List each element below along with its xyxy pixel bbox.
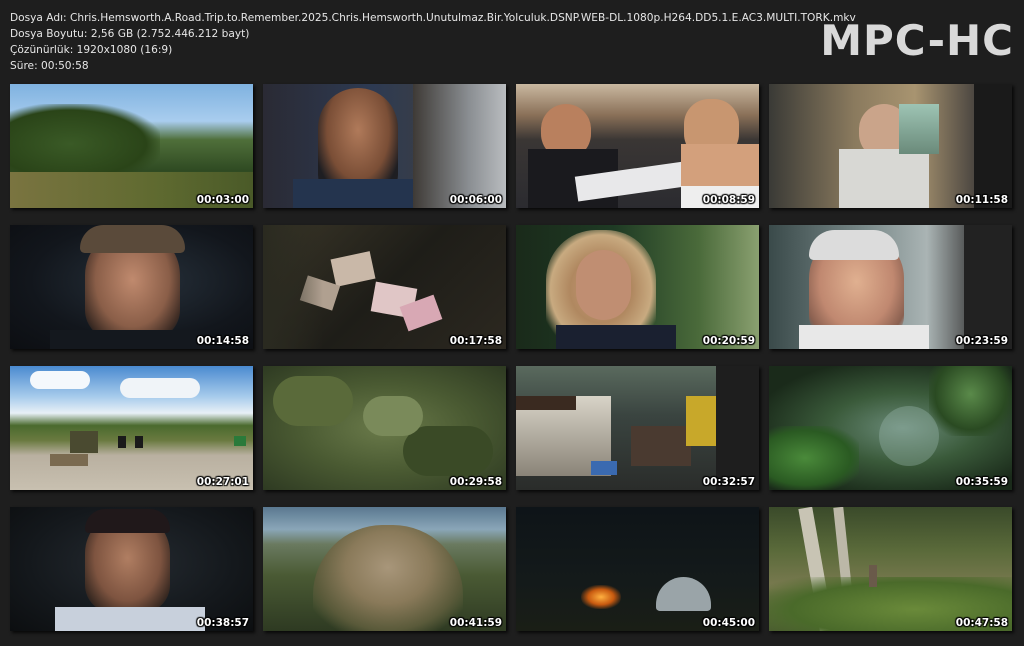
timestamp: 00:14:58 xyxy=(196,335,249,347)
timestamp: 00:45:00 xyxy=(702,617,755,629)
timestamp: 00:35:59 xyxy=(955,476,1008,488)
timestamp: 00:03:00 xyxy=(196,194,249,206)
mpc-hc-logo: MPC-HC xyxy=(820,16,1014,65)
thumbnail-frame: 00:38:57 xyxy=(10,507,253,631)
thumbnail-frame: 00:47:58 xyxy=(769,507,1012,631)
timestamp: 00:41:59 xyxy=(449,617,502,629)
timestamp: 00:08:59 xyxy=(702,194,755,206)
file-info: Dosya Adı: Chris.Hemsworth.A.Road.Trip.t… xyxy=(10,10,856,74)
timestamp: 00:17:58 xyxy=(449,335,502,347)
thumbnail-frame: 00:23:59 xyxy=(769,225,1012,349)
file-size: Dosya Boyutu: 2,56 GB (2.752.446.212 bay… xyxy=(10,28,250,40)
thumbnail-frame: 00:29:58 xyxy=(263,366,506,490)
timestamp: 00:20:59 xyxy=(702,335,755,347)
thumbnail-frame: 00:08:59 xyxy=(516,84,759,208)
thumbnail-frame: 00:14:58 xyxy=(10,225,253,349)
timestamp: 00:11:58 xyxy=(955,194,1008,206)
thumbnail-frame: 00:06:00 xyxy=(263,84,506,208)
timestamp: 00:47:58 xyxy=(955,617,1008,629)
timestamp: 00:23:59 xyxy=(955,335,1008,347)
thumbnail-frame: 00:27:01 xyxy=(10,366,253,490)
file-name: Dosya Adı: Chris.Hemsworth.A.Road.Trip.t… xyxy=(10,12,856,24)
thumbnail-frame: 00:35:59 xyxy=(769,366,1012,490)
timestamp: 00:06:00 xyxy=(449,194,502,206)
thumbnail-frame: 00:17:58 xyxy=(263,225,506,349)
thumbnail-frame: 00:20:59 xyxy=(516,225,759,349)
thumbnail-frame: 00:11:58 xyxy=(769,84,1012,208)
thumbnail-frame: 00:41:59 xyxy=(263,507,506,631)
file-resolution: Çözünürlük: 1920x1080 (16:9) xyxy=(10,44,173,56)
thumbnail-frame: 00:32:57 xyxy=(516,366,759,490)
thumbnail-frame: 00:45:00 xyxy=(516,507,759,631)
timestamp: 00:29:58 xyxy=(449,476,502,488)
thumbnail-frame: 00:03:00 xyxy=(10,84,253,208)
timestamp: 00:27:01 xyxy=(196,476,249,488)
timestamp: 00:38:57 xyxy=(196,617,249,629)
timestamp: 00:32:57 xyxy=(702,476,755,488)
file-duration: Süre: 00:50:58 xyxy=(10,60,89,72)
